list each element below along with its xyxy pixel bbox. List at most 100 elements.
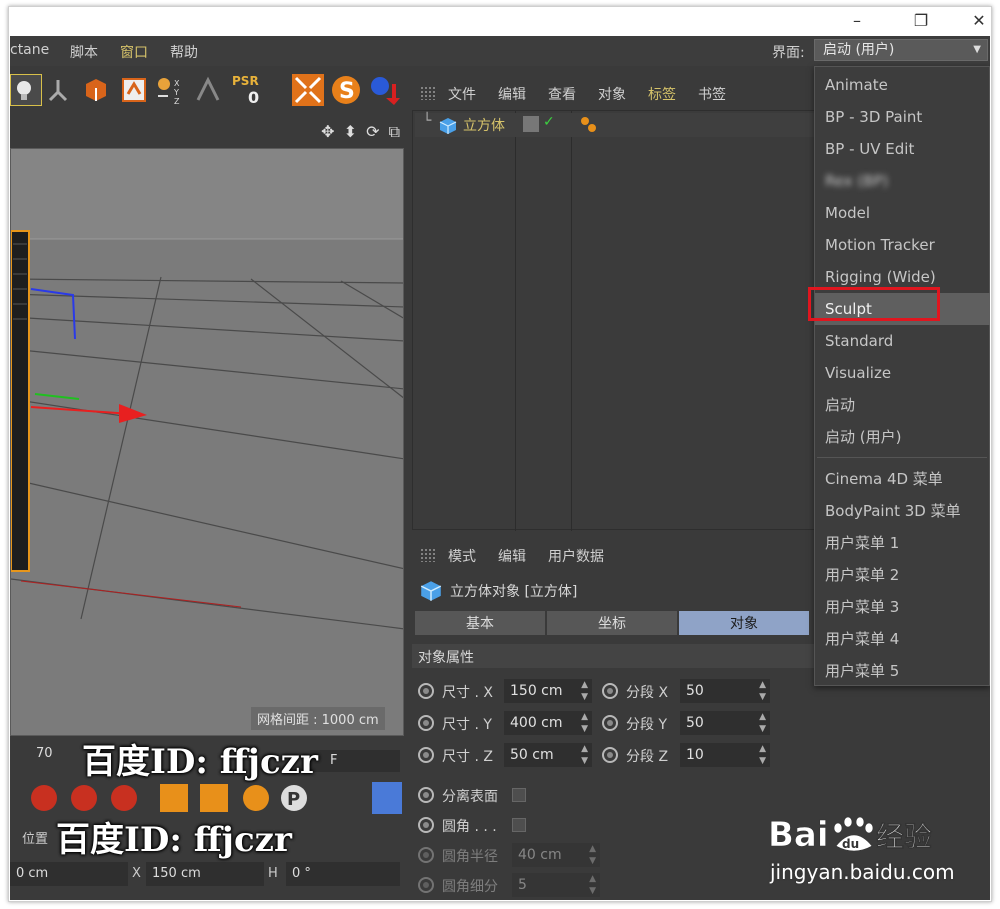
size-x-label: 尺寸 . X [442, 685, 493, 701]
render-icon[interactable] [368, 74, 400, 106]
tab-object[interactable]: 对象 [678, 610, 810, 636]
spline-icon[interactable] [192, 74, 224, 106]
layout-option-bp-uv-edit[interactable]: BP - UV Edit [815, 133, 990, 165]
close-button[interactable]: ✕ [964, 10, 994, 32]
layout-option-blurred[interactable]: Rex (BP) [815, 165, 990, 197]
om-menu-tags[interactable]: 标签 [648, 84, 676, 104]
spinner-icon[interactable]: ▲ ▼ [759, 679, 766, 703]
layout-option-startup-user[interactable]: 启动 (用户) [815, 421, 990, 453]
s-icon[interactable]: S [330, 74, 362, 106]
radio-button[interactable] [418, 787, 434, 803]
om-menu-file[interactable]: 文件 [448, 84, 476, 104]
deformer-icon[interactable] [80, 74, 112, 106]
radio-button[interactable] [418, 817, 434, 833]
spinner-icon[interactable]: ▲ ▼ [589, 873, 596, 897]
radio-button[interactable] [418, 683, 434, 699]
watermark-text: 百度ID: ffjczr [56, 820, 292, 860]
attribute-title: 立方体对象 [立方体] [450, 584, 578, 600]
layout-select[interactable]: 启动 (用户) ▼ [814, 39, 988, 61]
layout-option-startup[interactable]: 启动 [815, 389, 990, 421]
fillet-checkbox[interactable] [512, 818, 526, 832]
menu-option-user-2[interactable]: 用户菜单 2 [815, 559, 990, 591]
segments-x-input[interactable]: 50 ▲ ▼ [680, 679, 770, 703]
spinner-icon[interactable]: ▲ ▼ [581, 743, 588, 767]
layout-option-model[interactable]: Model [815, 197, 990, 229]
om-menu-bookmarks[interactable]: 书签 [698, 84, 726, 104]
restore-button[interactable]: ❐ [906, 10, 936, 32]
radio-button[interactable] [602, 747, 618, 763]
radio-button[interactable] [418, 877, 434, 893]
radio-button[interactable] [418, 715, 434, 731]
size-z-input[interactable]: 50 cm ▲ ▼ [504, 743, 592, 767]
size-x-field[interactable]: 150 cm [146, 862, 264, 886]
spinner-icon[interactable]: ▲ ▼ [589, 843, 596, 867]
menu-window[interactable]: 窗口 [120, 42, 148, 62]
3d-viewport[interactable]: 网格间距 : 1000 cm [10, 148, 404, 736]
am-menu-mode[interactable]: 模式 [448, 546, 476, 566]
radio-button[interactable] [602, 715, 618, 731]
baidu-logo: Bai du 经验 [768, 806, 948, 858]
am-menu-edit[interactable]: 编辑 [498, 546, 526, 566]
check-icon[interactable]: ✓ [543, 114, 555, 130]
menu-octane[interactable]: ctane [10, 42, 49, 58]
menu-help[interactable]: 帮助 [170, 42, 198, 62]
fillet-subdivision-input[interactable]: 5 ▲ ▼ [512, 873, 600, 897]
viewport-nav-icons[interactable]: ✥ ⬍ ⟳ ⧉ [321, 122, 402, 142]
window-titlebar: – ❐ ✕ [10, 8, 990, 36]
tree-branch-icon: └ [423, 113, 432, 129]
menu-option-user-3[interactable]: 用户菜单 3 [815, 591, 990, 623]
timeline-end-field[interactable]: F [310, 750, 400, 772]
radio-button[interactable] [418, 747, 434, 763]
xyz-icon[interactable]: XYZ [154, 74, 186, 106]
size-x-label: X [132, 866, 141, 881]
minimize-button[interactable]: – [842, 10, 872, 32]
light-icon[interactable] [10, 73, 43, 107]
heading-field[interactable]: 0 ° [286, 862, 400, 886]
size-y-input[interactable]: 400 cm ▲ ▼ [504, 711, 592, 735]
scene-icon[interactable] [118, 74, 150, 106]
layout-option-visualize[interactable]: Visualize [815, 357, 990, 389]
watermark-text: 百度ID: ffjczr [82, 742, 318, 782]
spinner-icon[interactable]: ▲ ▼ [581, 679, 588, 703]
tab-basic[interactable]: 基本 [414, 610, 546, 636]
menu-option-user-5[interactable]: 用户菜单 5 [815, 655, 990, 687]
fillet-radius-input[interactable]: 40 cm ▲ ▼ [512, 843, 600, 867]
layout-option-standard[interactable]: Standard [815, 325, 990, 357]
visibility-icon[interactable] [523, 116, 539, 132]
om-menu-objects[interactable]: 对象 [598, 84, 626, 104]
psr-button[interactable]: PSR 0 [230, 74, 268, 107]
segments-y-input[interactable]: 50 ▲ ▼ [680, 711, 770, 735]
size-y-label: 尺寸 . Y [442, 717, 492, 733]
menu-script[interactable]: 脚本 [70, 42, 98, 62]
tag-icon[interactable] [579, 115, 599, 135]
snap-icon[interactable] [292, 74, 324, 106]
tab-coord[interactable]: 坐标 [546, 610, 678, 636]
spinner-icon[interactable]: ▲ ▼ [759, 711, 766, 735]
size-z-input-value: 50 cm [510, 747, 554, 763]
om-menu-edit[interactable]: 编辑 [498, 84, 526, 104]
grip-icon[interactable] [420, 86, 436, 100]
position-x-field[interactable]: 0 cm [10, 862, 128, 886]
layout-option-animate[interactable]: Animate [815, 69, 990, 101]
grip-icon[interactable] [420, 548, 436, 562]
menu-option-user-4[interactable]: 用户菜单 4 [815, 623, 990, 655]
radio-button[interactable] [602, 683, 618, 699]
segments-z-input[interactable]: 10 ▲ ▼ [680, 743, 770, 767]
fillet-radius-value: 40 cm [518, 847, 562, 863]
radio-button[interactable] [418, 847, 434, 863]
layout-option-bp-3d-paint[interactable]: BP - 3D Paint [815, 101, 990, 133]
om-menu-view[interactable]: 查看 [548, 84, 576, 104]
spinner-icon[interactable]: ▲ ▼ [581, 711, 588, 735]
viewport-scene [11, 149, 403, 630]
am-menu-userdata[interactable]: 用户数据 [548, 546, 604, 566]
menu-option-user-1[interactable]: 用户菜单 1 [815, 527, 990, 559]
size-x-input[interactable]: 150 cm ▲ ▼ [504, 679, 592, 703]
separate-surfaces-checkbox[interactable] [512, 788, 526, 802]
coordinates-position-label: 位置 [22, 832, 49, 847]
menu-option-bodypaint[interactable]: BodyPaint 3D 菜单 [815, 495, 990, 527]
heading-value: 0 ° [292, 866, 311, 881]
menu-option-cinema4d[interactable]: Cinema 4D 菜单 [815, 463, 990, 495]
layout-option-motion-tracker[interactable]: Motion Tracker [815, 229, 990, 261]
joint-icon[interactable] [42, 74, 74, 106]
spinner-icon[interactable]: ▲ ▼ [759, 743, 766, 767]
